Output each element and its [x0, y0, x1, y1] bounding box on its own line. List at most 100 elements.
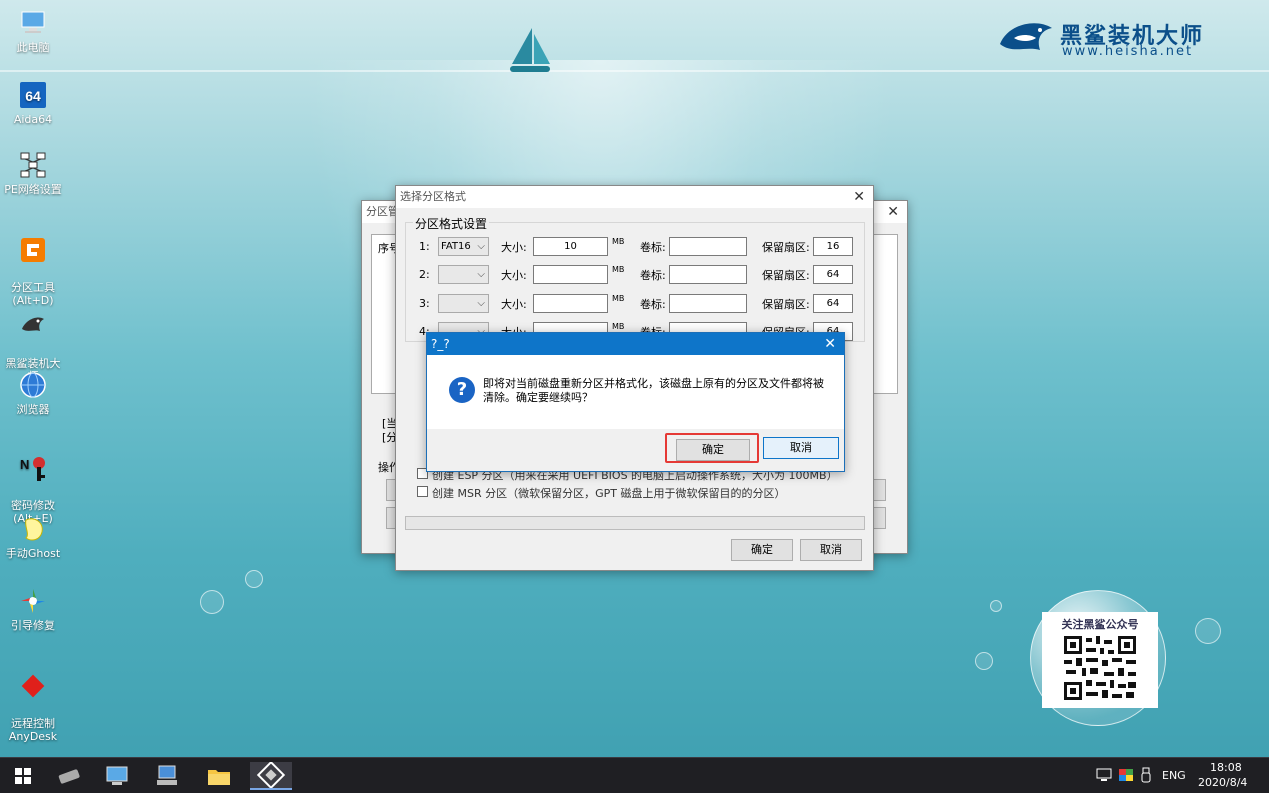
dialog-title: ?_? [431, 337, 450, 351]
reserved-input-1[interactable]: 16 [813, 237, 853, 256]
volume-input-1[interactable] [669, 237, 747, 256]
msr-checkbox[interactable] [417, 486, 428, 497]
reserved-input-3[interactable]: 64 [813, 294, 853, 313]
qr-title: 关注黑鲨公众号 [1061, 618, 1139, 631]
browser-globe-icon [20, 372, 46, 398]
back-button-right[interactable] [872, 479, 886, 501]
chevron-down-icon: ⌵ [477, 241, 485, 252]
desktop-icon-label: 远程控制 AnyDesk [8, 717, 58, 743]
taskbar-partition-tool[interactable] [250, 760, 292, 790]
desktop-icon-label: 引导修复 [11, 619, 55, 632]
format-ok-button[interactable]: 确定 [731, 539, 793, 561]
aida64-badge: 64 [25, 88, 41, 104]
window-title-text: 选择分区格式 [400, 190, 466, 203]
boot-repair-icon [21, 589, 45, 613]
windows-start-icon[interactable] [6, 762, 40, 790]
monitor-keyboard-icon[interactable] [150, 762, 184, 790]
reserved-label: 保留扇区: [762, 298, 810, 311]
partition-tool-icon [21, 238, 45, 262]
volume-input-2[interactable] [669, 265, 747, 284]
row-index: 3: [419, 297, 430, 310]
chevron-down-icon: ⌵ [477, 298, 485, 309]
size-input-3[interactable] [533, 294, 608, 313]
msr-option-label: 创建 MSR 分区（微软保留分区，GPT 磁盘上用于微软保留目的的分区） [432, 487, 786, 500]
size-input-1[interactable]: 10 [533, 237, 608, 256]
desktop-icon-label: 手动Ghost [5, 547, 61, 560]
desktop-icon-this-pc[interactable]: 此电脑 [2, 8, 64, 54]
qr-card: 关注黑鲨公众号 [1042, 612, 1158, 708]
desktop-icon-password[interactable]: N 密码修改 (Alt+E) [2, 440, 64, 525]
brand-logo: 黑鲨装机大师 www.heisha.net [996, 16, 1236, 66]
reserved-label: 保留扇区: [762, 269, 810, 282]
taskbar: ENG 18:08 2020/8/4 [0, 757, 1269, 793]
size-label: 大小: [501, 241, 527, 254]
bubble [990, 600, 1002, 612]
unit-label: MB [612, 322, 625, 331]
clock-time[interactable]: 18:08 [1210, 761, 1242, 774]
desktop-icon-anydesk[interactable]: 远程控制 AnyDesk [2, 658, 64, 743]
desktop-icon-label: 此电脑 [16, 41, 50, 54]
size-label: 大小: [501, 269, 527, 282]
color-tray-icon[interactable] [1118, 768, 1134, 782]
dialog-title-bar: ?_? ✕ [427, 333, 844, 355]
unit-label: MB [612, 294, 625, 303]
desktop-icon-label: Aida64 [13, 113, 53, 126]
bubble [1195, 618, 1221, 644]
fs-select-1[interactable]: FAT16 ⌵ [438, 237, 489, 256]
desktop-icon-partition-tool[interactable]: 分区工具 (Alt+D) [2, 222, 64, 307]
chevron-down-icon: ⌵ [477, 269, 485, 280]
confirm-cancel-button[interactable]: 取消 [763, 437, 839, 459]
window-title: 选择分区格式 ✕ [396, 186, 873, 208]
group-title: 分区格式设置 [413, 215, 490, 232]
folder-icon[interactable] [202, 762, 236, 790]
fs-select-3[interactable]: ⌵ [438, 294, 489, 313]
desktop-icon-aida64[interactable]: 64 Aida64 [2, 80, 64, 126]
close-icon[interactable]: ✕ [887, 201, 899, 223]
brand-url: www.heisha.net [1062, 44, 1194, 59]
svg-text:N: N [20, 457, 29, 472]
volume-label: 卷标: [640, 269, 666, 282]
anydesk-icon [21, 674, 45, 698]
confirm-dialog: ?_? ✕ ? 即将对当前磁盘重新分区并格式化，该磁盘上原有的分区及文件都将被清… [426, 332, 845, 472]
unit-label: MB [612, 237, 625, 246]
disk-drive-icon[interactable] [52, 762, 86, 790]
back-button-right-2[interactable] [872, 507, 886, 529]
fs-select-2[interactable]: ⌵ [438, 265, 489, 284]
progress-bar [405, 516, 865, 530]
ghost-icon [25, 518, 43, 541]
sailboat-icon [510, 28, 550, 72]
input-language[interactable]: ENG [1162, 769, 1186, 782]
usb-tray-icon[interactable] [1140, 767, 1152, 783]
row-index: 1: [419, 240, 430, 253]
desktop-icon-browser[interactable]: 浏览器 [2, 370, 64, 416]
dialog-message: 即将对当前磁盘重新分区并格式化，该磁盘上原有的分区及文件都将被清除。确定要继续吗… [483, 377, 824, 404]
clock-date[interactable]: 2020/8/4 [1198, 776, 1247, 789]
desktop-icon-label: 浏览器 [16, 403, 50, 416]
password-key-icon: N [20, 457, 45, 481]
heisha-shark-icon [22, 317, 44, 331]
network-settings-icon [20, 152, 46, 178]
row-index: 2: [419, 268, 430, 281]
network-tray-icon[interactable] [1096, 768, 1112, 782]
desktop-icon-label: PE网络设置 [4, 183, 62, 196]
dialog-footer: 确定 取消 [427, 429, 844, 471]
reserved-input-2[interactable]: 64 [813, 265, 853, 284]
shark-logo-icon [1000, 23, 1052, 50]
volume-label: 卷标: [640, 298, 666, 311]
bubble [200, 590, 224, 614]
size-input-2[interactable] [533, 265, 608, 284]
format-cancel-button[interactable]: 取消 [800, 539, 862, 561]
question-icon: ? [449, 377, 475, 403]
desktop-icon-pe-network[interactable]: PE网络设置 [2, 150, 64, 196]
desktop-icon-boot-repair[interactable]: 引导修复 [2, 586, 64, 632]
aida64-icon: 64 [20, 82, 46, 108]
confirm-ok-button[interactable]: 确定 [676, 439, 750, 461]
computer-manage-icon[interactable] [100, 762, 134, 790]
reserved-label: 保留扇区: [762, 241, 810, 254]
fs-select-value: FAT16 [441, 241, 471, 252]
close-icon[interactable]: ✕ [853, 186, 865, 208]
desktop-icon-ghost[interactable]: 手动Ghost [2, 514, 64, 560]
bubble [245, 570, 263, 588]
close-icon[interactable]: ✕ [824, 333, 836, 355]
volume-input-3[interactable] [669, 294, 747, 313]
